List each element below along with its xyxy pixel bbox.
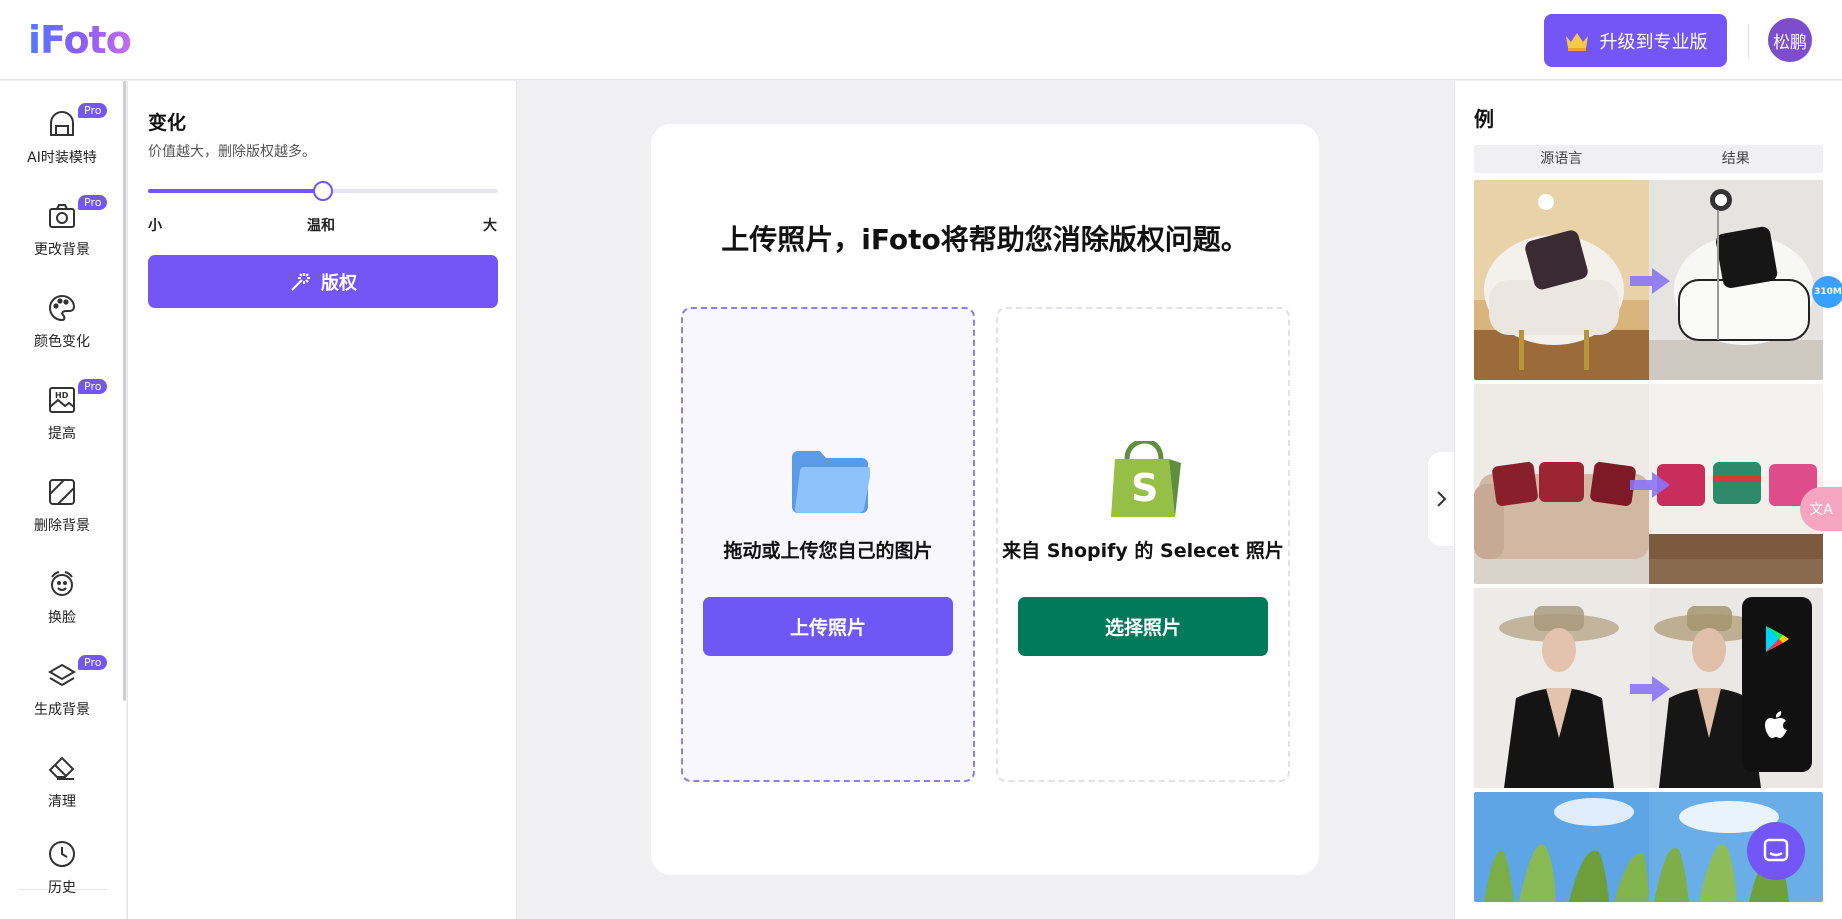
shopify-label: 来自 Shopify 的 Selecet 照片 xyxy=(1002,540,1284,562)
speed-badge[interactable]: 310M xyxy=(1812,276,1842,308)
rail-scrollbar[interactable] xyxy=(123,81,126,701)
examples-tabs: 源语言 结果 xyxy=(1474,145,1823,173)
example-chair-after xyxy=(1649,180,1823,380)
tool-rail: Pro AI时装模特 Pro 更改背景 颜色变化 Pro HD 提高 删除背景 xyxy=(0,81,126,919)
tool-label: 历史 xyxy=(48,880,76,896)
slider-tick-small: 小 xyxy=(148,218,162,234)
google-play-icon[interactable] xyxy=(1761,623,1793,655)
pro-badge: Pro xyxy=(78,379,108,394)
strength-slider[interactable] xyxy=(148,181,498,201)
translate-icon: 文A xyxy=(1809,502,1833,518)
eraser-icon xyxy=(45,751,79,785)
tool-label: 清理 xyxy=(48,794,76,810)
example-sofa-before xyxy=(1474,384,1649,584)
svg-text:HD: HD xyxy=(55,391,69,400)
tool-history[interactable]: 历史 xyxy=(0,833,124,913)
tool-color-change[interactable]: 颜色变化 xyxy=(0,287,124,367)
header-divider xyxy=(1748,24,1749,58)
arrow-right-icon xyxy=(1630,268,1670,294)
upload-title: 上传照片，iFoto将帮助您消除版权问题。 xyxy=(721,223,1249,256)
slider-fill xyxy=(148,189,323,193)
ifoto-logo[interactable]: iFoto xyxy=(28,18,132,62)
tab-result[interactable]: 结果 xyxy=(1649,145,1824,173)
tool-label: 换脸 xyxy=(48,610,76,626)
example-plants-before xyxy=(1474,792,1649,902)
tool-label: 提高 xyxy=(48,426,76,442)
crown-icon xyxy=(1565,32,1588,51)
select-photo-button[interactable]: 选择照片 xyxy=(1018,597,1268,656)
tool-label: 颜色变化 xyxy=(34,334,90,350)
folder-icon xyxy=(792,451,870,514)
face-swap-icon xyxy=(45,567,79,601)
tool-label: 更改背景 xyxy=(34,242,90,258)
pro-badge: Pro xyxy=(78,103,108,118)
camera-icon xyxy=(45,199,79,233)
pro-badge: Pro xyxy=(78,195,108,210)
erase-background-icon xyxy=(45,475,79,509)
tool-cleanup[interactable]: 清理 xyxy=(0,747,124,827)
tool-face-swap[interactable]: 换脸 xyxy=(0,563,124,643)
tool-label: 生成背景 xyxy=(34,702,90,718)
tool-label: AI时装模特 xyxy=(27,150,97,166)
chat-icon xyxy=(1763,838,1789,862)
upgrade-pro-label: 升级到专业版 xyxy=(1599,31,1708,52)
arrow-right-icon xyxy=(1630,676,1670,702)
model-icon xyxy=(45,107,79,141)
magic-wand-icon xyxy=(291,272,310,291)
tool-generate-background[interactable]: Pro 生成背景 xyxy=(0,655,124,735)
panel-subtitle: 价值越大，删除版权越多。 xyxy=(148,144,316,160)
tool-ai-fashion-model[interactable]: Pro AI时装模特 xyxy=(0,103,124,183)
local-upload-dropzone[interactable]: 拖动或上传您自己的图片 上传照片 xyxy=(681,307,975,782)
shopify-bag-icon: S xyxy=(1111,441,1181,517)
slider-thumb[interactable] xyxy=(313,181,333,201)
slider-tick-large: 大 xyxy=(483,218,497,234)
arrow-right-icon xyxy=(1630,472,1670,498)
chat-support-button[interactable] xyxy=(1747,822,1805,880)
settings-panel: 变化 价值越大，删除版权越多。 小 温和 大 版权 xyxy=(127,81,517,919)
upgrade-pro-button[interactable]: 升级到专业版 xyxy=(1544,14,1727,67)
collapse-panel-handle[interactable] xyxy=(1428,452,1454,546)
hd-image-icon: HD xyxy=(45,383,79,417)
tool-enhance[interactable]: Pro HD 提高 xyxy=(0,379,124,459)
tool-change-background[interactable]: Pro 更改背景 xyxy=(0,195,124,275)
examples-panel: 例 源语言 结果 xyxy=(1454,81,1842,919)
user-avatar[interactable]: 松鹏 xyxy=(1768,18,1812,62)
remove-copyright-button[interactable]: 版权 xyxy=(148,255,498,308)
examples-title: 例 xyxy=(1474,107,1494,131)
pro-badge: Pro xyxy=(78,655,108,670)
example-fashion-before xyxy=(1474,588,1649,788)
palette-icon xyxy=(45,291,79,325)
upload-card: 上传照片，iFoto将帮助您消除版权问题。 拖动或上传您自己的图片 上传照片 S… xyxy=(651,124,1319,875)
example-sofa[interactable] xyxy=(1474,384,1823,584)
translate-tab[interactable]: 文A xyxy=(1800,487,1842,531)
layers-icon xyxy=(45,659,79,693)
tool-label: 删除背景 xyxy=(34,518,90,534)
apple-icon[interactable] xyxy=(1761,709,1793,741)
example-chair-before xyxy=(1474,180,1649,380)
upload-photo-button[interactable]: 上传照片 xyxy=(703,597,953,656)
svg-text:S: S xyxy=(1131,466,1158,510)
chevron-right-icon xyxy=(1437,491,1447,507)
slider-tick-mild: 温和 xyxy=(307,218,335,234)
app-store-panel xyxy=(1742,597,1812,772)
tool-remove-background[interactable]: 删除背景 xyxy=(0,471,124,551)
tab-source[interactable]: 源语言 xyxy=(1474,145,1649,173)
example-sofa-after xyxy=(1649,384,1823,584)
panel-title: 变化 xyxy=(148,112,187,134)
remove-copyright-label: 版权 xyxy=(321,272,357,293)
top-header: iFoto 升级到专业版 松鹏 xyxy=(0,0,1842,80)
clock-icon xyxy=(45,837,79,871)
shopify-dropzone[interactable]: S 来自 Shopify 的 Selecet 照片 选择照片 xyxy=(996,307,1290,782)
example-chair[interactable] xyxy=(1474,180,1823,380)
local-upload-label: 拖动或上传您自己的图片 xyxy=(723,540,933,562)
